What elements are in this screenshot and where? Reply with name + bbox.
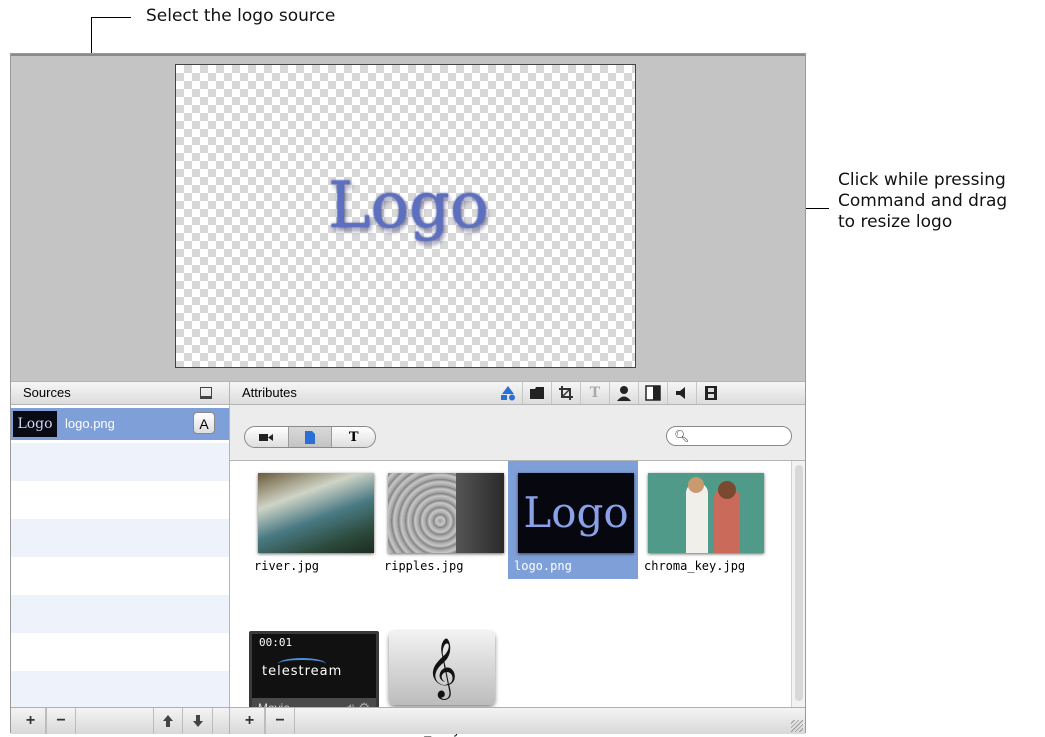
filter-text-button[interactable]: T xyxy=(332,427,375,447)
add-source-button[interactable]: + xyxy=(16,708,46,734)
callout-line-top-h xyxy=(91,17,131,18)
tab-shapes[interactable] xyxy=(493,382,522,404)
media-caption: ripples.jpg xyxy=(384,559,464,573)
window-icon xyxy=(199,387,212,399)
arrow-up-icon xyxy=(163,715,173,727)
speaker-icon xyxy=(676,387,685,399)
app-window: Logo Sources Attributes T Logo logo.png … xyxy=(10,53,806,737)
video-camera-icon xyxy=(259,433,274,441)
crop-icon xyxy=(559,386,573,400)
callout-select-logo-source: Select the logo source xyxy=(146,6,336,26)
tab-text[interactable]: T xyxy=(580,382,609,404)
arrow-down-icon xyxy=(192,715,203,727)
tab-film[interactable] xyxy=(696,382,725,404)
preview-area: Logo xyxy=(11,54,805,381)
callout-resize-line3: to resize logo xyxy=(838,212,953,232)
person-icon xyxy=(617,386,631,401)
list-stripe xyxy=(11,595,229,633)
callout-resize-line1: Click while pressing xyxy=(838,170,1006,190)
preview-logo[interactable]: Logo xyxy=(328,169,489,243)
media-browser: river.jpg ripples.jpg Logo logo.png chro… xyxy=(230,461,805,737)
media-caption: river.jpg xyxy=(254,559,320,573)
attributes-toolbar: T 🔍︎ xyxy=(230,405,805,461)
sources-list: Logo logo.png A xyxy=(11,405,230,707)
preview-canvas[interactable]: Logo xyxy=(175,64,636,368)
remove-source-button[interactable]: − xyxy=(46,708,76,734)
filter-file-button[interactable] xyxy=(288,427,333,447)
media-thumbnail xyxy=(388,473,504,553)
list-stripe xyxy=(11,671,229,707)
tab-split[interactable] xyxy=(638,382,667,404)
remove-media-button[interactable]: − xyxy=(265,708,295,734)
source-type-button[interactable]: A xyxy=(193,412,215,434)
move-source-down-button[interactable] xyxy=(183,708,213,734)
media-scrollbar[interactable] xyxy=(791,461,805,707)
media-scrollbar-thumb[interactable] xyxy=(795,465,803,701)
list-stripe xyxy=(11,443,229,481)
attributes-bottom-toolbar: + − xyxy=(230,707,805,734)
tab-audio[interactable] xyxy=(667,382,696,404)
shapes-icon xyxy=(500,386,515,401)
treble-clef-icon: 𝄞 xyxy=(426,637,458,698)
folder-icon xyxy=(530,387,544,399)
search-field[interactable]: 🔍︎ xyxy=(666,426,792,446)
move-source-up-button[interactable] xyxy=(153,708,183,734)
tab-folder[interactable] xyxy=(522,382,551,404)
split-icon xyxy=(645,385,661,401)
movie-timecode: 00:01 xyxy=(259,636,293,649)
media-item-logo[interactable]: Logo logo.png xyxy=(508,461,638,579)
search-icon: 🔍︎ xyxy=(674,429,690,443)
media-thumbnail xyxy=(648,473,764,553)
attributes-title: Attributes xyxy=(242,385,297,400)
sources-title: Sources xyxy=(23,385,71,400)
filter-video-button[interactable] xyxy=(245,427,289,447)
film-icon xyxy=(705,386,717,400)
document-icon xyxy=(305,430,315,444)
callout-resize-logo: Click while pressing Command and drag to… xyxy=(838,170,1007,233)
source-name: logo.png xyxy=(65,416,115,431)
tab-crop[interactable] xyxy=(551,382,580,404)
source-row-logo[interactable]: Logo logo.png A xyxy=(11,408,229,440)
text-icon: T xyxy=(589,385,601,401)
attributes-header: Attributes T xyxy=(230,381,805,405)
media-caption: chroma_key.jpg xyxy=(644,559,746,573)
window-resize-grip[interactable] xyxy=(791,720,803,732)
media-item-ripples[interactable]: ripples.jpg xyxy=(378,465,508,579)
media-item-river[interactable]: river.jpg xyxy=(248,465,378,579)
movie-brand-text: telestream xyxy=(262,664,343,679)
source-thumbnail: Logo xyxy=(13,411,57,437)
sources-bottom-toolbar: + − xyxy=(11,707,230,734)
sources-header: Sources xyxy=(11,381,230,405)
tab-person[interactable] xyxy=(609,382,638,404)
media-thumbnail: Logo xyxy=(518,473,634,553)
callout-resize-line2: Command and drag xyxy=(838,191,1008,211)
media-filter-segment: T xyxy=(244,426,376,448)
media-caption: logo.png xyxy=(514,559,572,573)
media-item-audio-only[interactable]: 𝄞 xyxy=(389,631,495,705)
add-media-button[interactable]: + xyxy=(235,708,265,734)
list-stripe xyxy=(11,519,229,557)
media-thumbnail xyxy=(258,473,374,553)
sources-view-toggle-button[interactable] xyxy=(191,382,220,404)
media-item-chroma-key[interactable]: chroma_key.jpg xyxy=(638,465,768,579)
